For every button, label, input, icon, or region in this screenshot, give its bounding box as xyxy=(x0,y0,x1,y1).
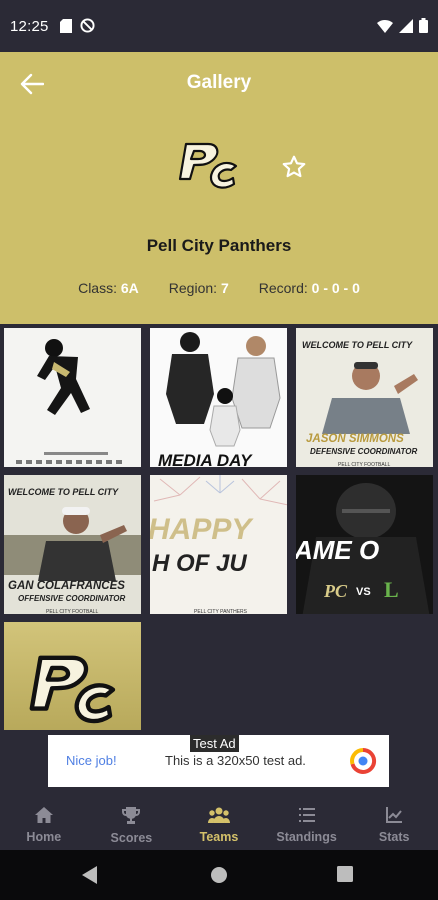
coach-name-text: JASON SIMMONS xyxy=(306,433,404,445)
favorite-button[interactable] xyxy=(281,154,307,180)
battery-icon xyxy=(419,18,428,33)
record-label: Record: xyxy=(258,280,308,296)
nav-standings[interactable]: Standings xyxy=(263,795,351,850)
home-icon xyxy=(34,807,53,823)
welcome-text: WELCOME TO PELL CITY xyxy=(302,340,413,350)
ad-body-text: This is a 320x50 test ad. xyxy=(165,753,306,768)
coach-role-text: DEFENSIVE COORDINATOR xyxy=(310,447,417,456)
system-nav-bar xyxy=(0,850,438,900)
gallery-photo[interactable] xyxy=(2,326,143,469)
do-not-disturb-icon xyxy=(80,18,95,33)
team-meta: Class: 6A Region: 7 Record: 0 - 0 - 0 xyxy=(0,280,438,296)
status-time: 12:25 xyxy=(10,18,49,35)
chart-icon xyxy=(386,807,403,823)
game-on-image: AME O PC VS L xyxy=(296,475,433,614)
game-on-text: AME O xyxy=(296,535,379,565)
gallery-photo[interactable]: MEDIA DAY xyxy=(148,326,289,469)
test-ad-tag: Test Ad xyxy=(190,735,239,752)
gallery-photo[interactable]: AME O PC VS L xyxy=(294,473,435,616)
bottom-nav: Home Scores Teams Standings Stats xyxy=(0,795,438,850)
team-header: Gallery Pell City Panthers Class: 6A Reg… xyxy=(0,52,438,324)
gallery-photo[interactable] xyxy=(2,620,143,732)
nav-stats[interactable]: Stats xyxy=(350,795,438,850)
pc-mark: PC xyxy=(323,581,348,601)
coach-simmons-image: WELCOME TO PELL CITY JASON SIMMONS DEFEN… xyxy=(296,328,433,468)
footer-text: PELL CITY PANTHERS xyxy=(194,609,248,615)
page-title: Gallery xyxy=(186,72,252,93)
status-right-icons xyxy=(377,18,428,33)
nav-scores[interactable]: Scores xyxy=(88,795,176,850)
nav-home-label: Home xyxy=(26,830,62,844)
player-running-image xyxy=(4,328,141,467)
status-bar: 12:25 xyxy=(0,0,438,52)
list-icon xyxy=(298,808,315,822)
footer-text: PELL CITY FOOTBALL xyxy=(46,609,98,615)
happy-fourth-image: HAPPY H OF JU PELL CITY PANTHERS xyxy=(150,475,287,615)
team-logo-image xyxy=(4,622,141,730)
opponent-mark: L xyxy=(384,577,399,602)
ad-nice-text: Nice job! xyxy=(66,753,117,768)
nav-stats-label: Stats xyxy=(378,830,410,844)
team-icon xyxy=(207,807,230,823)
class-label: Class: xyxy=(78,280,117,296)
region-value: 7 xyxy=(220,280,229,296)
vs-text: VS xyxy=(356,586,371,598)
record-value: 0 - 0 - 0 xyxy=(311,280,360,296)
media-day-image: MEDIA DAY xyxy=(150,328,287,469)
nav-teams[interactable]: Teams xyxy=(175,795,263,850)
nav-standings-label: Standings xyxy=(276,830,337,844)
record-info: Record: 0 - 0 - 0 xyxy=(259,280,360,296)
nav-scores-label: Scores xyxy=(110,831,153,845)
gallery-photo[interactable]: HAPPY H OF JU PELL CITY PANTHERS xyxy=(148,473,289,616)
coach-colafrances-image: WELCOME TO PELL CITY GAN COLAFRANCES OFF… xyxy=(4,475,141,615)
footer-text: PELL CITY FOOTBALL xyxy=(338,462,390,468)
fourth-text: H OF JU xyxy=(152,550,247,577)
team-logo xyxy=(178,142,238,189)
team-name: Pell City Panthers xyxy=(146,236,292,255)
gallery-photo[interactable]: WELCOME TO PELL CITY GAN COLAFRANCES OFF… xyxy=(2,473,143,616)
region-info: Region: 7 xyxy=(169,280,229,296)
nav-home[interactable]: Home xyxy=(0,795,88,850)
nav-teams-label: Teams xyxy=(199,830,239,844)
region-label: Region: xyxy=(168,280,218,296)
gallery-photo[interactable]: WELCOME TO PELL CITY JASON SIMMONS DEFEN… xyxy=(294,326,435,469)
star-outline-icon xyxy=(282,155,306,178)
sd-card-icon xyxy=(60,18,72,33)
wifi-icon xyxy=(377,19,393,33)
class-value: 6A xyxy=(120,280,139,296)
system-home-icon[interactable] xyxy=(210,866,228,884)
signal-icon xyxy=(399,18,413,33)
media-day-text: MEDIA DAY xyxy=(158,451,253,469)
happy-text: HAPPY xyxy=(150,513,254,546)
ad-logo-icon xyxy=(350,747,377,774)
status-left-icons xyxy=(60,18,95,33)
coach-role-text: OFFENSIVE COORDINATOR xyxy=(18,594,125,603)
system-back-icon[interactable] xyxy=(82,866,98,884)
trophy-icon xyxy=(122,807,141,824)
system-recents-icon[interactable] xyxy=(337,866,353,882)
class-info: Class: 6A xyxy=(78,280,139,296)
welcome-text: WELCOME TO PELL CITY xyxy=(8,487,119,497)
coach-name-text: GAN COLAFRANCES xyxy=(8,580,125,592)
